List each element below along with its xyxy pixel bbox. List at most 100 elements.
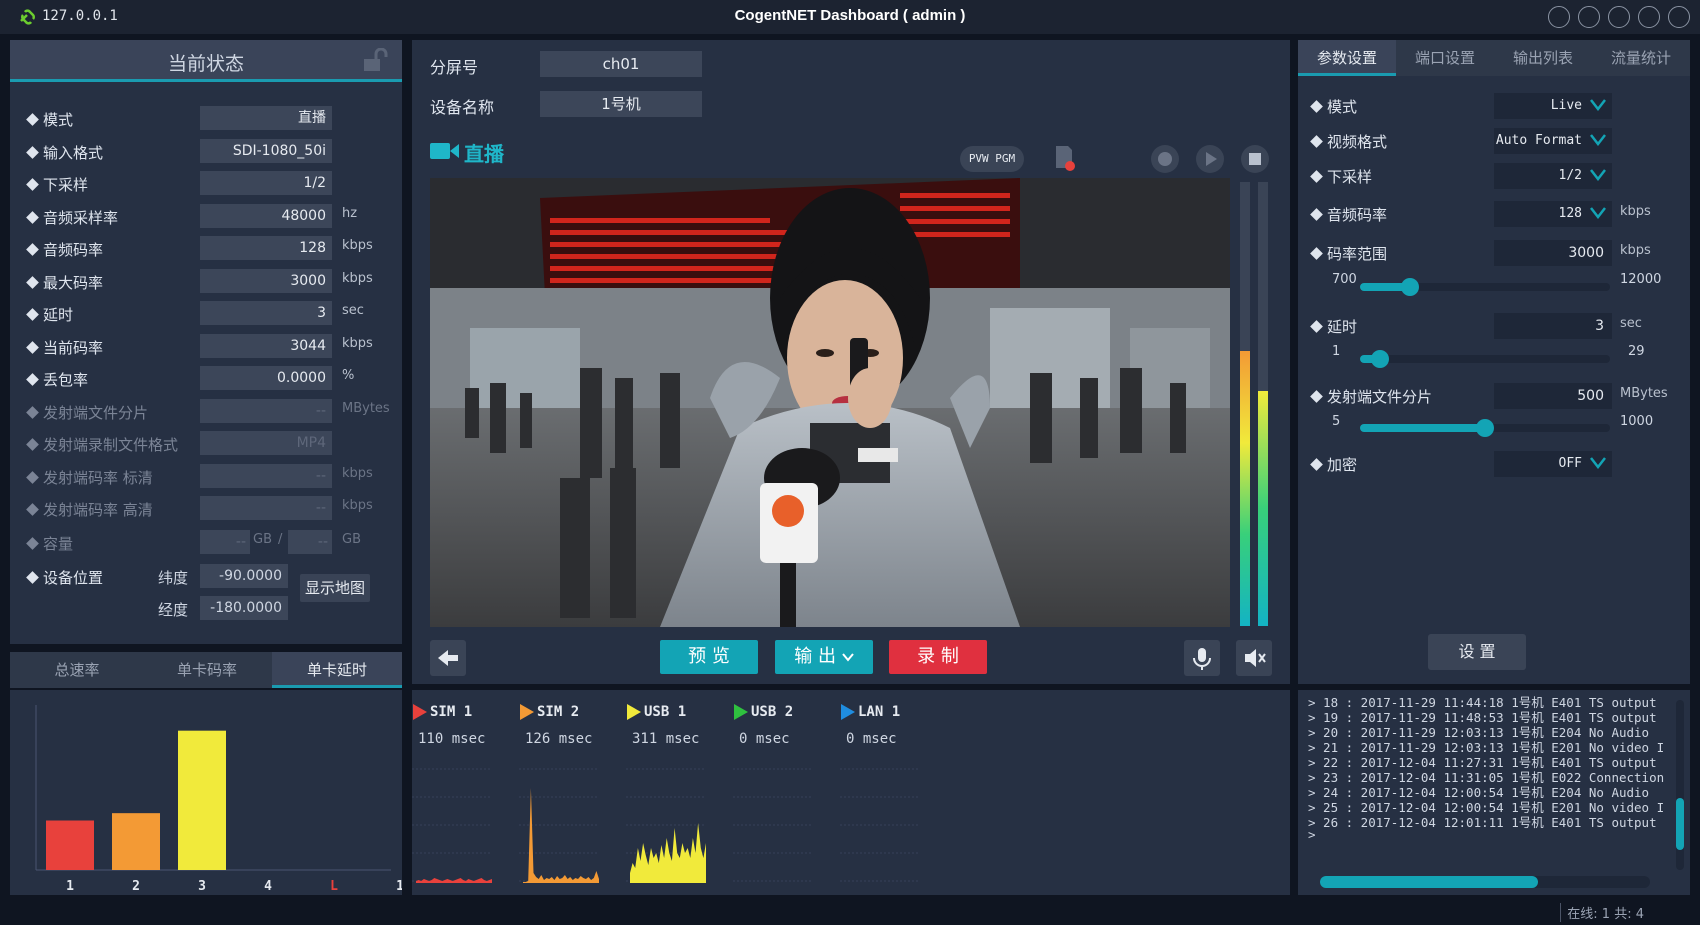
bitrate-range-slider[interactable] (1360, 278, 1610, 296)
tab-output-list[interactable]: 输出列表 (1494, 40, 1592, 76)
status-row-downsample: 下采样 1/2 (24, 171, 394, 197)
tab-card-bitrate[interactable]: 单卡码率 (142, 652, 272, 688)
close-icon[interactable] (1668, 6, 1690, 28)
link-latency: 110 msec (418, 731, 486, 747)
link-name: SIM 1 (430, 704, 473, 720)
delay-input[interactable]: 3 (1494, 313, 1612, 339)
chevron-down-icon (1590, 169, 1606, 181)
latitude-value: -90.0000 (200, 564, 288, 588)
status-row-input-format: 输入格式 SDI-1080_50i (24, 138, 394, 165)
status-value: 48000 (200, 203, 332, 228)
log-scrollbar-horizontal[interactable] (1320, 876, 1650, 888)
link-latency: 0 msec (846, 731, 897, 747)
tab-card-latency[interactable]: 单卡延时 (272, 652, 402, 688)
status-unit: MBytes (342, 400, 390, 416)
tab-total-rate[interactable]: 总速率 (12, 652, 142, 688)
log-line: > (1308, 827, 1316, 842)
back-button[interactable] (430, 640, 466, 676)
video-format-select[interactable]: Auto Format (1494, 128, 1612, 154)
status-panel-header: 当前状态 (10, 40, 402, 82)
tab-parameter-settings[interactable]: 参数设置 (1298, 40, 1396, 76)
status-row-max-bitrate: 最大码率 3000 kbps (24, 268, 394, 295)
status-row-tx-record-format: 发射端录制文件格式 MP4 (24, 431, 394, 457)
link-status-icon (627, 704, 641, 720)
record-button[interactable]: 录 制 (889, 640, 987, 674)
link-status-icon (734, 704, 748, 720)
file-split-setting: 发射端文件分片 500 MBytes (1310, 383, 1682, 409)
file-split-input[interactable]: 500 (1494, 383, 1612, 409)
device-name-label: 设备名称 (430, 98, 495, 117)
link-latency-sparkline (626, 768, 706, 883)
capacity-row: 容量 -- GB / -- GB (24, 530, 394, 556)
status-unit: kbps (342, 498, 373, 513)
status-value: 128 (200, 236, 332, 260)
device-name-field: 1号机 (540, 91, 702, 117)
audio-rate-select[interactable]: 128 (1494, 201, 1612, 227)
encryption-setting: 加密 OFF (1310, 451, 1682, 477)
link-latency: 311 msec (632, 731, 700, 747)
record-icon[interactable] (1150, 144, 1180, 174)
status-row-tx-bitrate-sd: 发射端码率 标清 -- kbps (24, 463, 394, 490)
delay-slider[interactable] (1360, 350, 1610, 368)
video-preview[interactable] (430, 178, 1230, 627)
camera-icon (430, 143, 459, 159)
bar-3 (178, 730, 226, 870)
unlock-icon[interactable] (362, 48, 388, 72)
status-row-delay: 延时 3 sec (24, 301, 394, 327)
minimize-icon[interactable] (1638, 6, 1660, 28)
user-icon[interactable] (1548, 6, 1570, 28)
bar-2 (112, 813, 160, 870)
log-scrollbar-vertical[interactable] (1676, 700, 1684, 870)
encryption-select[interactable]: OFF (1494, 451, 1612, 477)
wrench-icon[interactable] (1578, 6, 1600, 28)
speaker-mute-icon (1245, 649, 1266, 667)
delay-setting: 延时 3 sec (1310, 313, 1682, 339)
chevron-down-icon (1590, 207, 1606, 219)
status-unit: kbps (342, 270, 373, 286)
link-status-icon (841, 704, 855, 720)
file-split-slider[interactable] (1360, 419, 1610, 437)
status-value: 3044 (200, 333, 332, 358)
bar-label: 4 (264, 879, 272, 894)
status-value: 1/2 (200, 171, 332, 195)
status-value: -- (200, 398, 332, 423)
mode-select[interactable]: Live (1494, 93, 1612, 119)
bitrate-range-input[interactable]: 3000 (1494, 240, 1612, 266)
link-name: LAN 1 (858, 704, 901, 720)
grid-icon[interactable] (1608, 6, 1630, 28)
status-value: SDI-1080_50i (200, 138, 332, 163)
show-map-button[interactable]: 显示地图 (300, 574, 370, 602)
back-arrow-icon (438, 650, 458, 666)
microphone-button[interactable] (1184, 640, 1220, 676)
tab-traffic-stats[interactable]: 流量统计 (1592, 40, 1690, 76)
chevron-down-icon (1590, 134, 1606, 146)
status-unit: kbps (342, 238, 373, 253)
status-unit: kbps (342, 465, 373, 481)
latency-bar-chart: 1 2 3 4 L 1 (10, 690, 404, 895)
status-bar: 在线: 1 共: 4 (0, 898, 1700, 925)
status-value: 0.0000 (200, 366, 332, 390)
downsample-select[interactable]: 1/2 (1494, 163, 1612, 189)
downsample-setting: 下采样 1/2 (1310, 163, 1682, 189)
chevron-down-icon (1590, 99, 1606, 111)
title-bar: 127.0.0.1 CogentNET Dashboard ( admin ) (0, 0, 1700, 34)
play-icon[interactable] (1195, 144, 1225, 174)
status-value: 直播 (200, 106, 332, 130)
tab-port-settings[interactable]: 端口设置 (1396, 40, 1494, 76)
link-name: USB 1 (644, 704, 687, 720)
apply-settings-button[interactable]: 设 置 (1428, 634, 1526, 670)
status-unit: hz (342, 205, 358, 221)
status-unit: kbps (342, 335, 373, 351)
mode-setting: 模式 Live (1310, 93, 1682, 119)
link-status-icon (520, 704, 534, 720)
output-dropdown-button[interactable]: 输 出 (775, 640, 873, 674)
stop-icon[interactable] (1240, 144, 1270, 174)
capacity-used: -- (200, 530, 250, 554)
bar-label: L (330, 879, 338, 894)
preview-button[interactable]: 预 览 (660, 640, 758, 674)
status-row-mode: 模式 直播 (24, 106, 394, 132)
pvw-pgm-toggle[interactable]: PVW PGM (960, 146, 1024, 172)
mute-button[interactable] (1236, 640, 1272, 676)
status-row-current-bitrate: 当前码率 3044 kbps (24, 333, 394, 360)
link-latency-sparkline (733, 768, 813, 882)
